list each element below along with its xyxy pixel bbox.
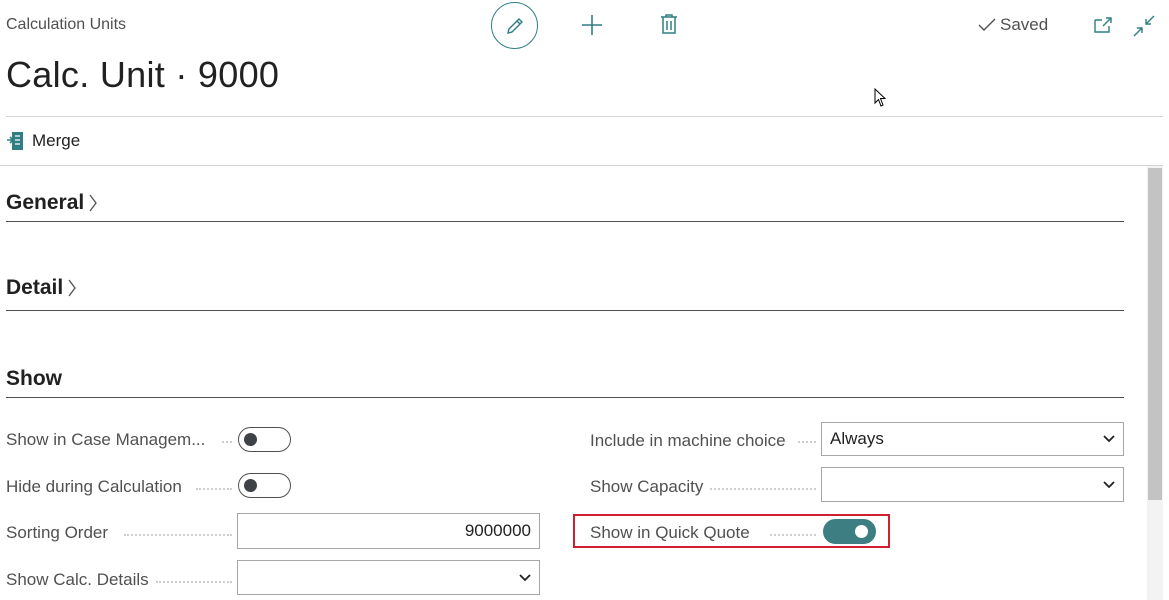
show-in-case-management-label: Show in Case Managem... bbox=[6, 430, 206, 449]
leader-dots bbox=[710, 488, 816, 490]
save-status: Saved bbox=[978, 15, 1048, 35]
merge-action[interactable]: Merge bbox=[6, 131, 80, 151]
leader-dots bbox=[156, 581, 232, 583]
toggle-knob bbox=[244, 433, 257, 446]
breadcrumb[interactable]: Calculation Units bbox=[6, 16, 126, 34]
chevron-right-icon bbox=[68, 279, 76, 297]
plus-icon bbox=[582, 15, 602, 35]
sorting-order-input[interactable]: 9000000 bbox=[237, 513, 540, 549]
merge-label: Merge bbox=[32, 131, 81, 150]
show-capacity-label: Show Capacity bbox=[590, 477, 704, 496]
open-in-new-window-icon bbox=[1094, 17, 1112, 33]
section-detail-title: Detail bbox=[6, 276, 64, 299]
trash-icon bbox=[661, 14, 677, 34]
show-calc-details-select[interactable] bbox=[237, 560, 540, 595]
hide-during-calculation-toggle[interactable] bbox=[238, 473, 291, 498]
highlight-box bbox=[573, 514, 890, 548]
include-in-machine-choice-label: Include in machine choice bbox=[590, 431, 786, 450]
mouse-cursor-icon bbox=[874, 88, 887, 107]
section-detail-divider bbox=[6, 310, 1124, 311]
show-in-case-management-toggle[interactable] bbox=[238, 427, 291, 452]
saved-label: Saved bbox=[1000, 15, 1049, 34]
section-show-title: Show bbox=[6, 367, 62, 390]
leader-dots bbox=[222, 441, 232, 443]
leader-dots bbox=[124, 534, 232, 536]
checkmark-icon bbox=[978, 18, 996, 31]
chevron-right-icon bbox=[89, 194, 98, 212]
open-new-window-button[interactable] bbox=[1092, 14, 1114, 36]
pencil-icon bbox=[506, 17, 523, 34]
page-title: Calc. Unit · 9000 bbox=[6, 54, 280, 95]
show-capacity-select[interactable] bbox=[821, 467, 1124, 502]
chevron-down-icon bbox=[1103, 480, 1115, 488]
section-show-divider bbox=[6, 397, 1124, 398]
hide-during-calculation-label: Hide during Calculation bbox=[6, 477, 182, 496]
section-detail-header[interactable]: Detail bbox=[6, 276, 77, 300]
merge-icon bbox=[7, 132, 23, 150]
section-general-divider bbox=[6, 221, 1124, 222]
scrollbar-thumb[interactable] bbox=[1148, 168, 1162, 500]
delete-button[interactable] bbox=[659, 12, 679, 36]
toggle-knob bbox=[244, 479, 257, 492]
edit-button[interactable] bbox=[491, 2, 538, 49]
sorting-order-value: 9000000 bbox=[464, 521, 531, 540]
header-divider bbox=[6, 116, 1163, 117]
show-calc-details-label: Show Calc. Details bbox=[6, 570, 149, 589]
section-general-title: General bbox=[6, 191, 85, 214]
actions-divider bbox=[0, 165, 1163, 166]
collapse-button[interactable] bbox=[1132, 14, 1156, 38]
leader-dots bbox=[798, 441, 816, 443]
include-in-machine-choice-value: Always bbox=[830, 429, 884, 448]
chevron-down-icon bbox=[519, 573, 531, 581]
new-button[interactable] bbox=[580, 13, 604, 37]
section-show-header[interactable]: Show bbox=[6, 367, 62, 391]
chevron-down-icon bbox=[1103, 435, 1115, 443]
leader-dots bbox=[196, 488, 232, 490]
collapse-icon bbox=[1133, 15, 1155, 37]
sorting-order-label: Sorting Order bbox=[6, 523, 109, 542]
include-in-machine-choice-select[interactable]: Always bbox=[821, 422, 1124, 456]
section-general-header[interactable]: General bbox=[6, 191, 98, 215]
